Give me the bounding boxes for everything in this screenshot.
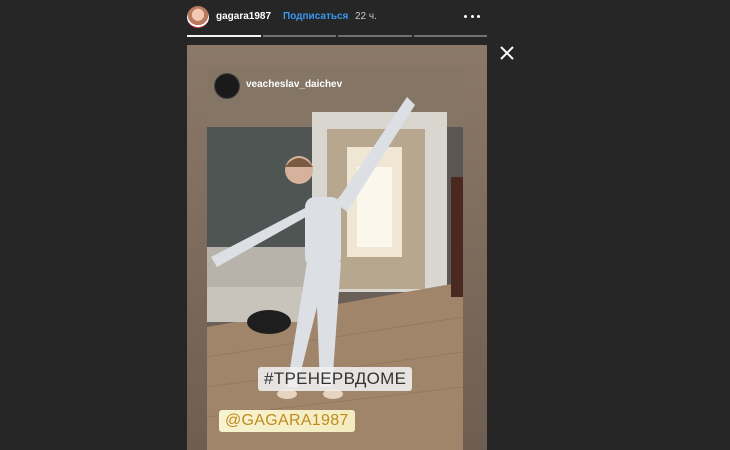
more-options-icon[interactable] [462, 7, 482, 25]
close-icon[interactable] [498, 44, 516, 62]
reposter-username[interactable]: veacheslav_daichev [246, 79, 342, 90]
story-header: gagara1987 Подписаться 22 ч. [187, 4, 487, 30]
progress-segment [413, 35, 487, 37]
story-content[interactable]: veacheslav_daichev #ТРЕНЕРВДОМЕ @GAGARA1… [187, 45, 487, 450]
timestamp: 22 ч. [355, 11, 377, 22]
video-frame[interactable] [207, 67, 463, 450]
story-progress [187, 35, 487, 37]
progress-segment [262, 35, 336, 37]
progress-segment [338, 35, 412, 37]
hashtag-sticker[interactable]: #ТРЕНЕРВДОМЕ [258, 367, 413, 391]
username[interactable]: gagara1987 [216, 11, 271, 22]
video-scene [207, 67, 463, 450]
mention-sticker[interactable]: @GAGARA1987 [219, 410, 355, 432]
avatar[interactable] [187, 6, 209, 28]
reposter-avatar[interactable] [214, 73, 240, 99]
reposted-from[interactable]: veacheslav_daichev [214, 73, 434, 99]
follow-button[interactable]: Подписаться [283, 11, 348, 22]
progress-segment [187, 35, 261, 37]
